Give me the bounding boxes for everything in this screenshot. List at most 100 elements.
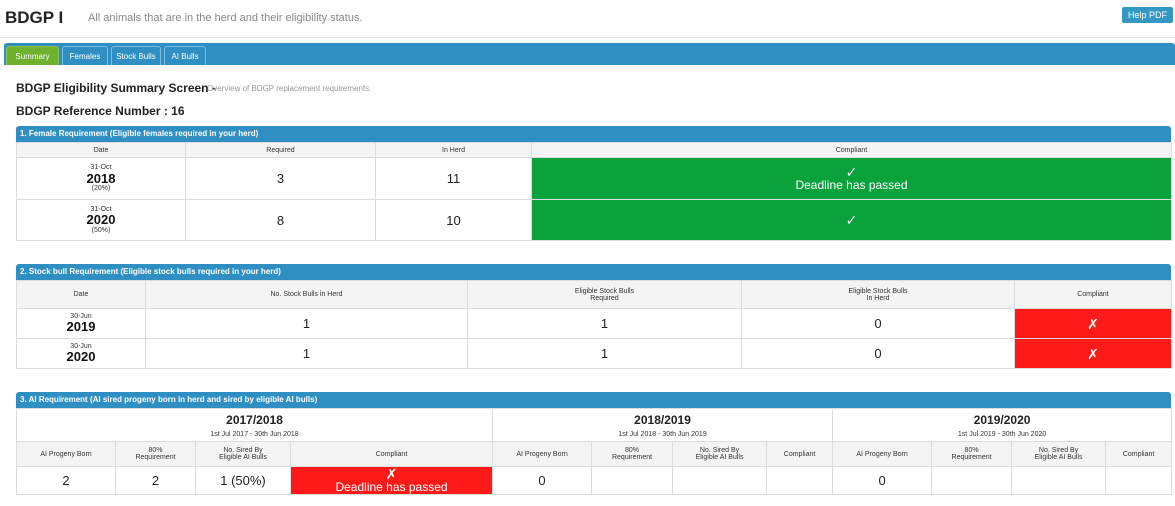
date-cell: 31-Oct 2018 (20%) [16,157,186,200]
season-range: 1st Jul 2018 - 30th Jun 2019 [618,430,707,438]
header-line: Eligible Stock Bulls [574,287,635,295]
date-year: 2018 [86,170,116,186]
col-80-requirement: 80% Requirement [115,441,196,467]
col-sired-by-eligible: No. Sired By Eligible AI Bulls [195,441,291,467]
stock-bull-table: Date No. Stock Bulls in Herd Eligible St… [16,280,1172,369]
table-row: 31-Oct 2018 (20%) 3 11 ✓ Deadline has pa… [16,157,1172,200]
header-line: Requirement [611,454,653,461]
eligible-required-value: 1 [467,338,742,369]
female-section-title: 1. Female Requirement (Eligible females … [16,126,1171,142]
season-name: 2019/2020 [973,412,1031,427]
date-year: 2020 [66,349,96,365]
header-line: Eligible AI Bulls [1034,454,1083,461]
header-line: Requirement [951,454,992,461]
table-row: 31-Oct 2020 (50%) 8 10 ✓ [16,199,1172,241]
compliant-status: ✗ [1014,338,1172,369]
tab-stock-bulls[interactable]: Stock Bulls [111,46,161,65]
season-header: 2018/2019 1st Jul 2018 - 30th Jun 2019 [492,408,834,442]
ai-progeny-born-value: 0 [492,466,593,495]
check-icon: ✓ [845,212,858,228]
ai-section-title: 3. AI Requirement (AI sired progeny born… [16,392,1171,408]
ai-progeny-born-value: 2 [16,466,116,495]
header-line: 80% [625,447,640,454]
tab-ai-bulls[interactable]: AI Bulls [164,46,206,65]
col-stock-bulls-in-herd: No. Stock Bulls in Herd [145,280,468,309]
tab-bar: Summary Females Stock Bulls AI Bulls [4,43,1175,65]
page-subtitle: All animals that are in the herd and the… [88,12,363,24]
ai-requirement-table: 2017/2018 1st Jul 2017 - 30th Jun 2018 2… [15,408,1173,495]
page-title: BDGP I [5,8,64,27]
summary-subtitle: Overview of BDGP replacement requirement… [207,84,372,93]
col-80-requirement: 80% Requirement [591,441,674,467]
sired-value: 1 (50%) [195,466,291,495]
cross-icon: ✗ [385,465,398,482]
header-line: Eligible AI Bulls [219,454,267,461]
table-row: 30-Jun 2019 1 1 0 ✗ [16,308,1172,339]
compliant-status [1105,466,1173,495]
header-line: Required [590,294,619,302]
tab-summary[interactable]: Summary [6,46,59,65]
required-value: 8 [185,199,376,241]
in-herd-value: 10 [375,199,532,241]
cross-icon: ✗ [1087,345,1099,362]
col-in-herd: In Herd [375,142,532,158]
required-value: 3 [185,157,376,200]
col-ai-progeny-born: AI Progeny Born [492,441,593,467]
season-header: 2019/2020 1st Jul 2019 - 30th Jun 2020 [832,408,1173,442]
compliant-status: ✓ [531,199,1172,241]
season-header: 2017/2018 1st Jul 2017 - 30th Jun 2018 [15,408,494,442]
ai-progeny-born-value: 0 [832,466,933,495]
deadline-note: Deadline has passed [335,479,448,494]
date-percent: (20%) [91,185,111,193]
reference-number: BDGP Reference Number : 16 [16,104,185,118]
col-compliant: Compliant [766,441,834,467]
stock-bulls-in-herd-value: 1 [145,338,468,369]
header-line: Eligible Stock Bulls [848,287,908,295]
date-percent: (50%) [91,226,111,234]
col-date: Date [16,142,186,158]
header-line: No. Sired By [1038,447,1079,454]
col-eligible-in-herd: Eligible Stock Bulls In Herd [741,280,1015,309]
compliant-status: ✓ Deadline has passed [531,157,1172,200]
header-line: Eligible AI Bulls [695,454,744,461]
header-line: No. Sired By [699,447,740,454]
col-ai-progeny-born: AI Progeny Born [16,441,116,467]
col-date: Date [16,280,146,309]
check-icon: ✓ [845,163,858,180]
requirement-value: 2 [115,466,196,495]
in-herd-value: 11 [375,157,532,200]
col-eligible-required: Eligible Stock Bulls Required [467,280,742,309]
deadline-note: Deadline has passed [795,177,908,192]
season-name: 2018/2019 [634,412,691,427]
date-cell: 30-Jun 2020 [16,338,146,369]
eligible-required-value: 1 [467,308,742,339]
sired-value [1011,466,1107,495]
col-compliant: Compliant [289,441,494,467]
header-line: 80% [148,447,163,454]
help-pdf-button[interactable]: Help PDF [1121,7,1173,23]
table-row: 30-Jun 2020 1 1 0 ✗ [16,338,1172,369]
stock-bulls-in-herd-value: 1 [145,308,468,339]
col-compliant: Compliant [1105,441,1173,467]
eligible-in-herd-value: 0 [741,308,1015,339]
table-row: 2 2 1 (50%) ✗ Deadline has passed 0 0 [16,465,1173,495]
date-year: 2020 [86,212,116,228]
top-header: BDGP I All animals that are in the herd … [0,0,1175,40]
tab-females[interactable]: Females [62,46,108,65]
season-name: 2017/2018 [226,412,283,427]
col-sired-by-eligible: No. Sired By Eligible AI Bulls [1011,441,1107,467]
col-required: Required [185,142,376,158]
col-sired-by-eligible: No. Sired By Eligible AI Bulls [672,441,768,467]
header-line: 80% [964,447,979,454]
compliant-status [766,466,834,495]
header-line: Requirement [135,454,176,461]
summary-title: BDGP Eligibility Summary Screen - [16,81,216,95]
requirement-value [931,466,1013,495]
requirement-value [591,466,674,495]
female-requirement-table: Date Required In Herd Compliant 31-Oct 2… [16,142,1172,241]
header-line: No. Sired By [223,447,263,454]
header-divider [0,37,1175,38]
date-cell: 31-Oct 2020 (50%) [16,199,186,241]
col-80-requirement: 80% Requirement [931,441,1013,467]
col-ai-progeny-born: AI Progeny Born [832,441,933,467]
